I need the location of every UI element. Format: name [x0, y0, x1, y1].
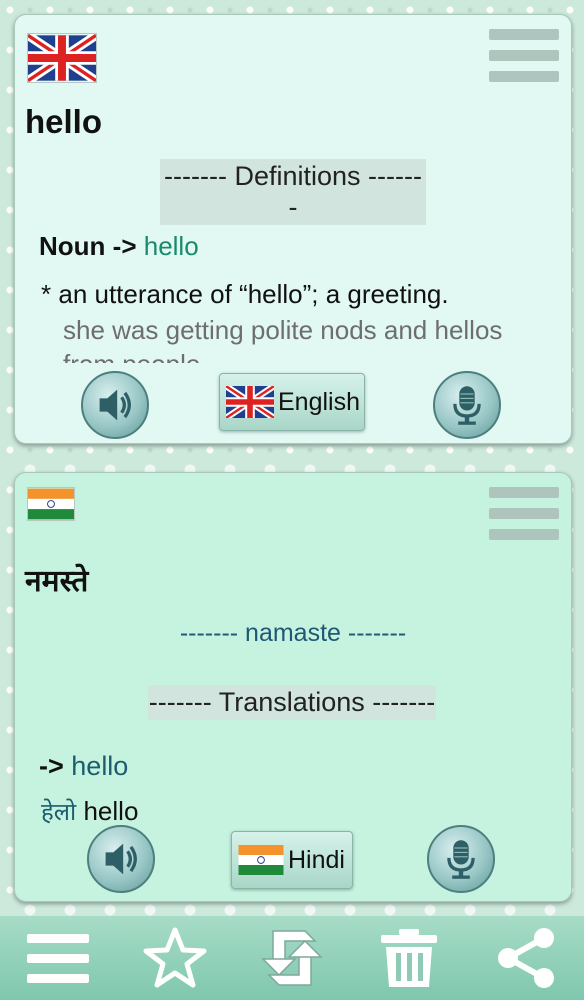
definition-bullet: * [41, 279, 52, 309]
delete-button[interactable] [369, 918, 449, 998]
translations-header: ------- Translations ------- [148, 685, 436, 720]
transliteration: ------- namaste ------- [179, 619, 407, 647]
favorite-button[interactable] [135, 918, 215, 998]
translation-headword: hello [71, 751, 129, 781]
swap-languages-button[interactable] [252, 918, 332, 998]
translation-scroll-area[interactable]: -> hello हेलो hello [15, 751, 571, 825]
bottom-toolbar [0, 916, 584, 1000]
part-of-speech: Noun [39, 231, 106, 261]
target-card: नमस्ते ------- namaste ------- ------- T… [14, 472, 572, 902]
microphone-icon [445, 383, 489, 427]
definition-text: an utterance of “hello”; a greeting. [58, 279, 449, 309]
definition-headword: hello [143, 231, 199, 261]
target-word: नमस्ते [25, 564, 89, 599]
definition-text-line: * an utterance of “hello”; a greeting. [41, 279, 449, 310]
menu-icon [27, 934, 90, 983]
menu-button[interactable] [18, 918, 98, 998]
share-icon [497, 928, 554, 988]
microphone-icon [439, 837, 483, 881]
speaker-icon [99, 837, 143, 881]
pos-arrow: -> [112, 231, 137, 261]
target-speak-button[interactable] [87, 825, 155, 893]
uk-flag-icon [27, 33, 97, 83]
target-language-label: Hindi [288, 845, 345, 874]
translation-line: -> hello [39, 751, 128, 782]
source-speak-button[interactable] [81, 371, 149, 439]
definitions-header: ------- Definitions ------- [160, 159, 426, 225]
india-flag-icon [27, 487, 75, 521]
source-card: hello ------- Definitions ------- Noun -… [14, 14, 572, 444]
star-icon [143, 927, 207, 988]
source-word: hello [25, 103, 103, 140]
source-options-menu-icon[interactable] [489, 29, 559, 92]
target-mic-button[interactable] [427, 825, 495, 893]
translation-english: hello [83, 796, 139, 825]
india-flag-icon [238, 845, 284, 875]
definition-example: she was getting polite nods and hellos f… [63, 315, 503, 363]
share-button[interactable] [486, 918, 566, 998]
source-language-button[interactable]: English [219, 373, 365, 431]
source-mic-button[interactable] [433, 371, 501, 439]
source-language-label: English [278, 387, 360, 416]
swap-icon [261, 930, 323, 986]
definition-scroll-area[interactable]: Noun -> hello * an utterance of “hello”;… [15, 223, 571, 363]
trash-icon [380, 929, 437, 987]
translation-arrow: -> [39, 751, 64, 781]
translation-hindi: हेलो [41, 798, 77, 825]
translation-item: हेलो hello [41, 795, 138, 825]
target-language-button[interactable]: Hindi [231, 831, 353, 889]
uk-flag-icon [226, 386, 274, 418]
target-options-menu-icon[interactable] [489, 487, 559, 550]
speaker-icon [93, 383, 137, 427]
definition-pos-line: Noun -> hello [39, 231, 199, 262]
